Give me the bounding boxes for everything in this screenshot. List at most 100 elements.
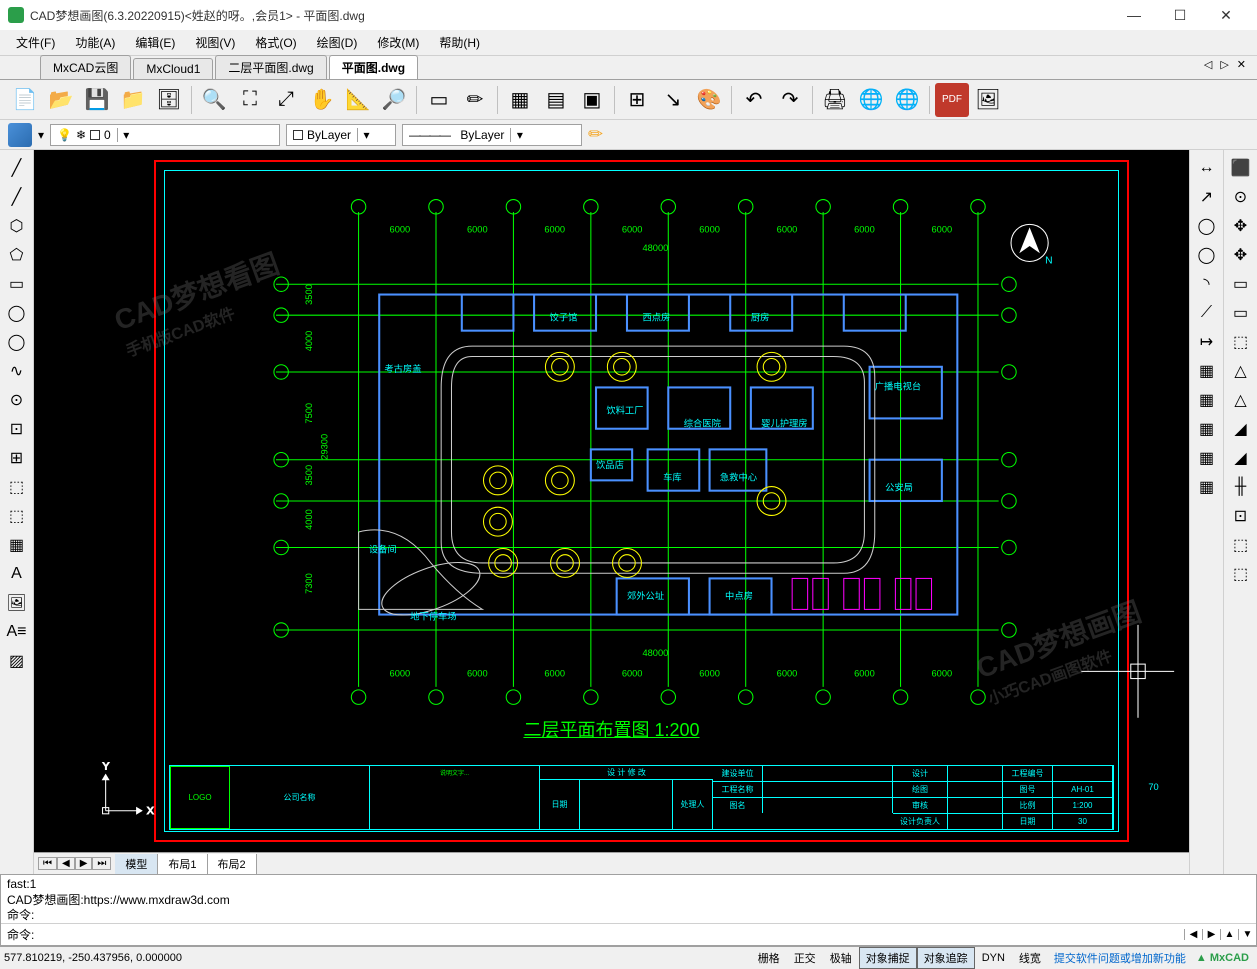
- xline-icon[interactable]: ╱: [2, 183, 32, 211]
- dim-icon[interactable]: ▣: [575, 83, 609, 117]
- snap-grid-toggle[interactable]: 栅格: [751, 947, 787, 969]
- save-icon[interactable]: 💾: [80, 83, 114, 117]
- fillet-icon[interactable]: ◢: [1226, 415, 1256, 443]
- first-tab-icon[interactable]: ⏮: [38, 857, 57, 870]
- command-input[interactable]: [40, 928, 1184, 942]
- copy-icon[interactable]: ⊙: [1226, 183, 1256, 211]
- scale-icon[interactable]: ▭: [1226, 270, 1256, 298]
- ortho-toggle[interactable]: 正交: [787, 947, 823, 969]
- pan-icon[interactable]: ✋: [305, 83, 339, 117]
- mirror2-icon[interactable]: △: [1226, 386, 1256, 414]
- dim-linear-icon[interactable]: ↔: [1192, 154, 1222, 182]
- redo-icon[interactable]: ↷: [773, 83, 807, 117]
- image-icon[interactable]: 🖼: [971, 83, 1005, 117]
- array-icon[interactable]: ⬚: [1226, 531, 1256, 559]
- web2-icon[interactable]: 🌐: [890, 83, 924, 117]
- layer-off-icon[interactable]: ▦: [1192, 386, 1222, 414]
- menu-draw[interactable]: 绘图(D): [309, 31, 366, 54]
- scroll-down-icon[interactable]: ▼: [1238, 929, 1256, 940]
- mtext-icon[interactable]: A≡: [2, 618, 32, 646]
- break-icon[interactable]: ╫: [1226, 473, 1256, 501]
- color-icon[interactable]: 🎨: [692, 83, 726, 117]
- scroll-up-icon[interactable]: ▲: [1220, 929, 1238, 940]
- tab-next[interactable]: ▷: [1217, 58, 1231, 71]
- dim-ordinate-icon[interactable]: ↦: [1192, 328, 1222, 356]
- ellipse-icon[interactable]: ⊙: [2, 386, 32, 414]
- circle-icon[interactable]: ◯: [2, 328, 32, 356]
- dim-angular-icon[interactable]: ⟋: [1192, 299, 1222, 327]
- otrack-toggle[interactable]: 对象追踪: [917, 947, 975, 969]
- pentagon-icon[interactable]: ⬠: [2, 241, 32, 269]
- open-icon[interactable]: 📂: [44, 83, 78, 117]
- move-icon[interactable]: ✥: [1226, 212, 1256, 240]
- dim-arc-icon[interactable]: ◝: [1192, 270, 1222, 298]
- erase-icon[interactable]: ⬛: [1226, 154, 1256, 182]
- saveall-icon[interactable]: 🗄: [152, 83, 186, 117]
- select-icon[interactable]: ▭: [422, 83, 456, 117]
- pdf-icon[interactable]: PDF: [935, 83, 969, 117]
- folder-icon[interactable]: 📁: [116, 83, 150, 117]
- edit-icon[interactable]: ✏: [458, 83, 492, 117]
- menu-edit[interactable]: 编辑(E): [127, 31, 183, 54]
- image-icon[interactable]: 🖼: [2, 589, 32, 617]
- zoom-extents-icon[interactable]: ⤢: [269, 83, 303, 117]
- chamfer-icon[interactable]: ◢: [1226, 444, 1256, 472]
- table-icon[interactable]: ▦: [2, 531, 32, 559]
- rectangle-icon[interactable]: ▭: [2, 270, 32, 298]
- gradient-icon[interactable]: ▨: [2, 647, 32, 675]
- feedback-link[interactable]: 提交软件问题或增加新功能: [1048, 950, 1192, 966]
- insert-icon[interactable]: ↘: [656, 83, 690, 117]
- line-icon[interactable]: ╱: [2, 154, 32, 182]
- dim-aligned-icon[interactable]: ↗: [1192, 183, 1222, 211]
- region-icon[interactable]: ⬚: [2, 502, 32, 530]
- tab-close[interactable]: ✕: [1234, 58, 1249, 71]
- dim-diameter-icon[interactable]: ◯: [1192, 241, 1222, 269]
- web-icon[interactable]: 🌐: [854, 83, 888, 117]
- menu-function[interactable]: 功能(A): [67, 31, 123, 54]
- dim-radius-icon[interactable]: ◯: [1192, 212, 1222, 240]
- polar-toggle[interactable]: 极轴: [823, 947, 859, 969]
- trim-icon[interactable]: ⬚: [1226, 328, 1256, 356]
- zoom-icon[interactable]: 🔍: [197, 83, 231, 117]
- tab-prev[interactable]: ◁: [1201, 58, 1215, 71]
- arc-icon[interactable]: ◯: [2, 299, 32, 327]
- layout-tab[interactable]: 布局1: [158, 854, 207, 874]
- linetype-dropdown[interactable]: ———— ByLayer ▾: [402, 124, 582, 146]
- menu-help[interactable]: 帮助(H): [431, 31, 488, 54]
- maximize-button[interactable]: ☐: [1157, 0, 1203, 30]
- arrow-icon[interactable]: ▾: [38, 128, 44, 142]
- doc-tab[interactable]: MxCAD云图: [40, 55, 131, 79]
- stretch-icon[interactable]: ▭: [1226, 299, 1256, 327]
- table-icon[interactable]: ⊞: [620, 83, 654, 117]
- menu-format[interactable]: 格式(O): [247, 31, 304, 54]
- explode-icon[interactable]: ⊡: [1226, 502, 1256, 530]
- layer-freeze-icon[interactable]: ▦: [1192, 415, 1222, 443]
- properties-icon[interactable]: ▦: [503, 83, 537, 117]
- doc-tab[interactable]: MxCloud1: [133, 58, 213, 79]
- doc-tab-active[interactable]: 平面图.dwg: [329, 55, 418, 79]
- close-button[interactable]: ✕: [1203, 0, 1249, 30]
- print-icon[interactable]: 🖨: [818, 83, 852, 117]
- block-icon[interactable]: ⊞: [2, 444, 32, 472]
- layout-tab[interactable]: 布局2: [208, 854, 257, 874]
- mirror-icon[interactable]: △: [1226, 357, 1256, 385]
- zoom-window-icon[interactable]: ⛶: [233, 83, 267, 117]
- layer-manager-icon[interactable]: [8, 123, 32, 147]
- drawing-canvas[interactable]: 6000 6000 6000 6000 6000 6000 6000 6000 …: [34, 150, 1189, 852]
- spline-icon[interactable]: ∿: [2, 357, 32, 385]
- polygon-icon[interactable]: ⬡: [2, 212, 32, 240]
- text-icon[interactable]: A: [2, 560, 32, 588]
- menu-view[interactable]: 视图(V): [187, 31, 243, 54]
- measure-icon[interactable]: 📐: [341, 83, 375, 117]
- layers-icon[interactable]: ▤: [539, 83, 573, 117]
- new-icon[interactable]: 📄: [8, 83, 42, 117]
- layer-on-icon[interactable]: ▦: [1192, 357, 1222, 385]
- point-icon[interactable]: ⊡: [2, 415, 32, 443]
- dropdown-arrow-icon[interactable]: ▾: [357, 128, 375, 142]
- menu-file[interactable]: 文件(F): [8, 31, 63, 54]
- layer-dropdown[interactable]: 💡❄0 ▾: [50, 124, 280, 146]
- menu-modify[interactable]: 修改(M): [369, 31, 427, 54]
- model-tab[interactable]: 模型: [115, 854, 158, 874]
- pencil-icon[interactable]: ✏: [588, 124, 603, 145]
- lineweight-toggle[interactable]: 线宽: [1012, 947, 1048, 969]
